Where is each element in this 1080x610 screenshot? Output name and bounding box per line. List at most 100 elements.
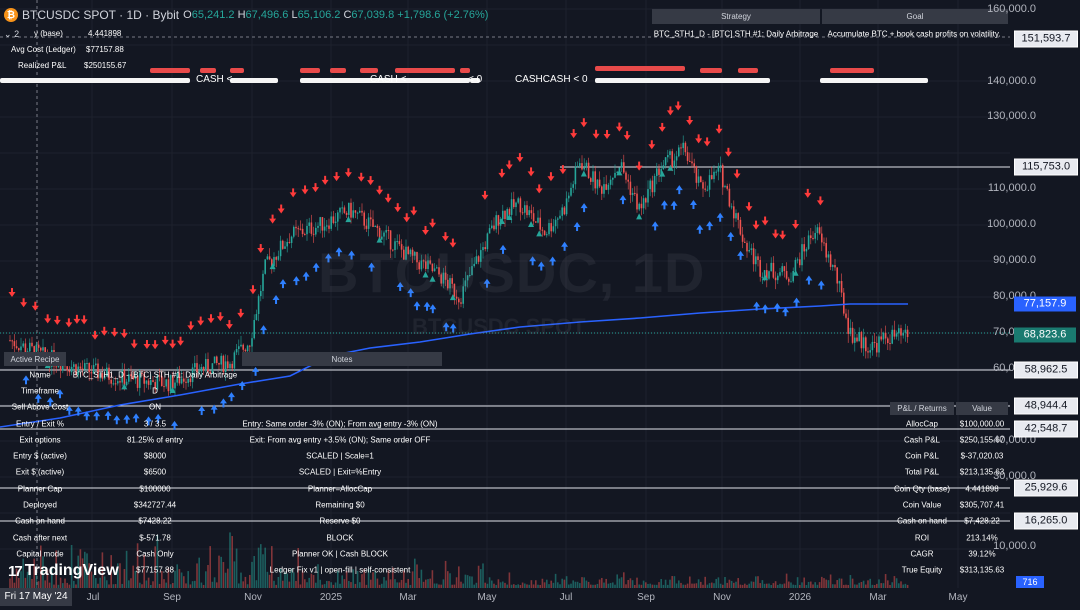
price-label: 68,823.6 xyxy=(1014,327,1076,343)
candle-body xyxy=(895,333,898,337)
recipe-note: Entry: Same order -3% (ON); From avg ent… xyxy=(242,419,438,429)
volume-bar xyxy=(660,579,662,588)
volume-bar xyxy=(539,584,541,588)
volume-bar xyxy=(216,582,218,588)
buy-arrow-icon xyxy=(252,366,260,376)
volume-bar xyxy=(625,584,627,588)
volume-bar xyxy=(862,580,865,588)
volume-bar xyxy=(462,583,464,588)
candle-body xyxy=(636,193,638,210)
volume-bar xyxy=(601,577,603,588)
candle-body xyxy=(812,237,814,239)
volume-bar xyxy=(554,573,557,588)
candle-body xyxy=(744,241,746,243)
buy-arrow-icon xyxy=(675,185,683,195)
volume-bar xyxy=(75,584,77,588)
sell-arrow-icon xyxy=(289,188,297,198)
candle-body xyxy=(620,162,623,168)
sell-arrow-icon xyxy=(804,188,812,198)
signal-pill xyxy=(300,68,320,73)
volume-bar xyxy=(222,562,225,588)
volume-bar xyxy=(286,573,288,588)
candle-body xyxy=(856,337,858,342)
volume-bar xyxy=(185,583,187,588)
volume-bar xyxy=(605,578,607,588)
candle-body xyxy=(664,157,667,166)
volume-bar xyxy=(147,577,150,588)
volume-bar xyxy=(334,582,337,588)
candle-body xyxy=(662,165,665,170)
candle-body xyxy=(625,172,627,180)
volume-bar xyxy=(383,577,385,588)
volume-bar xyxy=(145,580,148,588)
candle-body xyxy=(282,240,284,249)
candle-body xyxy=(568,195,570,199)
volume-bar xyxy=(882,583,885,588)
sell-arrow-icon xyxy=(8,288,16,298)
volume-bar xyxy=(502,581,504,588)
price-label: 25,929.6 xyxy=(1014,479,1078,497)
volume-bar xyxy=(253,555,255,588)
price-tick: 10,000.0 xyxy=(993,540,1036,552)
candle-body xyxy=(497,215,500,226)
volume-bar xyxy=(235,548,238,588)
volume-bar xyxy=(686,583,689,588)
buy-arrow-icon xyxy=(104,410,112,420)
volume-bar xyxy=(480,569,482,588)
candle-body xyxy=(794,259,797,272)
volume-bar xyxy=(200,582,203,588)
volume-bar xyxy=(431,570,434,588)
pnl-value: $100,000.00 xyxy=(959,419,1005,429)
candle-body xyxy=(605,184,607,190)
volume-bar xyxy=(180,572,183,588)
volume-bar xyxy=(396,582,398,588)
volume-bar xyxy=(194,580,196,588)
buy-arrow-icon xyxy=(198,406,206,416)
sell-arrow-icon xyxy=(792,219,800,229)
candle-body xyxy=(678,147,680,157)
candle-body xyxy=(759,259,761,277)
volume-bar xyxy=(282,580,284,588)
candle-body xyxy=(194,363,196,368)
candle-body xyxy=(68,370,71,373)
volume-bar xyxy=(790,582,792,588)
volume-bar xyxy=(812,584,814,588)
candle-body xyxy=(508,209,511,215)
sell-arrow-icon xyxy=(745,202,753,212)
candle-body xyxy=(40,347,42,351)
volume-bar xyxy=(169,584,172,588)
candle-body xyxy=(565,198,568,215)
volume-bar xyxy=(266,571,269,588)
volume-bar xyxy=(642,580,645,588)
candle-body xyxy=(548,223,550,235)
buy-arrow-icon xyxy=(292,276,300,286)
candle-body xyxy=(592,171,594,182)
volume-bar xyxy=(37,581,40,588)
volume-bar xyxy=(715,578,717,588)
chart-header[interactable]: ₿ BTCUSDC SPOT · 1D · Bybit O65,241.2 H6… xyxy=(4,6,488,24)
sell-arrow-icon xyxy=(422,225,430,235)
volume-bar xyxy=(693,583,695,588)
sell-arrow-icon xyxy=(44,314,52,324)
tradingview-logo[interactable]: 17 TradingView xyxy=(8,562,119,580)
sell-arrow-icon xyxy=(603,129,611,139)
time-tick: Mar xyxy=(869,592,887,603)
candle-body xyxy=(537,217,539,223)
candle-body xyxy=(304,234,306,236)
candle-body xyxy=(904,329,907,333)
time-tick: Jul xyxy=(86,592,100,603)
candle-body xyxy=(42,347,44,351)
volume-bar xyxy=(607,583,610,588)
candle-body xyxy=(227,361,229,369)
symbol-title[interactable]: BTCUSDC SPOT · 1D · Bybit xyxy=(22,8,179,22)
volume-bar xyxy=(299,584,302,588)
candle-body xyxy=(370,217,372,220)
pnl-value: 4.441898 xyxy=(965,484,999,494)
candle-body xyxy=(598,179,601,187)
collapse-legend-button[interactable]: ⌄ 2 xyxy=(4,29,19,40)
candle-body xyxy=(717,166,720,172)
volume-bar xyxy=(238,583,240,588)
candle-body xyxy=(205,358,207,371)
candle-body xyxy=(20,346,22,351)
signal-pill xyxy=(738,68,758,73)
